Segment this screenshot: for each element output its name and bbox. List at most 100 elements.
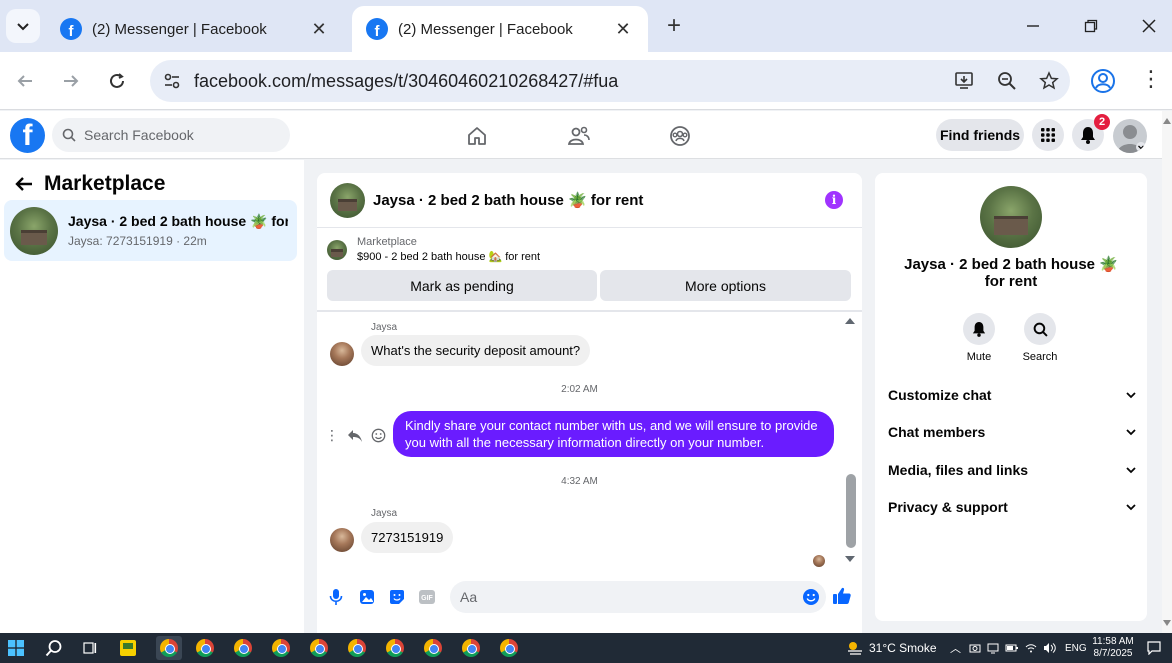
address-bar[interactable]: facebook.com/messages/t/3046046021026842… <box>150 60 1070 102</box>
home-icon[interactable] <box>464 123 490 149</box>
more-actions-icon[interactable]: ⋮ <box>325 427 339 444</box>
chrome-taskbar-icon[interactable] <box>347 638 367 658</box>
message-input-box[interactable] <box>450 581 826 613</box>
message-input[interactable] <box>460 589 780 605</box>
back-arrow-icon[interactable] <box>10 66 40 96</box>
conversation-details-panel: Jaysa · 2 bed 2 bath house 🪴 for rent Mu… <box>875 173 1147 621</box>
browser-tab-2-active[interactable]: f (2) Messenger | Facebook ✕ <box>352 6 648 52</box>
menu-grid-icon[interactable] <box>1032 119 1064 151</box>
gif-icon[interactable]: GIF <box>417 587 437 607</box>
close-tab-icon[interactable]: ✕ <box>612 19 634 40</box>
scroll-down-icon[interactable] <box>1162 619 1172 627</box>
taskbar-clock[interactable]: 11:58 AM 8/7/2025 <box>1088 636 1138 660</box>
scroll-up-icon[interactable] <box>1162 117 1172 125</box>
conversation-item[interactable]: Jaysa · 2 bed 2 bath house 🪴 for r... Ja… <box>4 200 297 261</box>
volume-icon[interactable] <box>1043 642 1057 654</box>
microphone-icon[interactable] <box>326 587 346 607</box>
back-arrow-icon[interactable] <box>14 175 34 193</box>
chrome-taskbar-icon[interactable] <box>233 638 253 658</box>
language-indicator[interactable]: ENG <box>1065 643 1087 654</box>
browser-profile-icon[interactable] <box>1090 68 1116 99</box>
install-app-icon[interactable] <box>944 71 986 91</box>
chrome-taskbar-icon[interactable] <box>195 638 215 658</box>
browser-menu-icon[interactable]: ⋮ <box>1140 66 1162 92</box>
forward-arrow-icon[interactable] <box>56 66 86 96</box>
section-label: Chat members <box>888 424 986 440</box>
sender-avatar[interactable] <box>330 342 354 366</box>
groups-icon[interactable] <box>667 123 693 149</box>
chrome-taskbar-icon[interactable] <box>385 638 405 658</box>
scroll-down-icon[interactable] <box>843 554 857 564</box>
chrome-taskbar-icon[interactable] <box>423 638 443 658</box>
battery-icon[interactable] <box>1005 643 1019 653</box>
restore-window-icon[interactable] <box>1074 12 1108 40</box>
listing-profile-avatar[interactable] <box>980 186 1042 248</box>
taskbar-search-icon[interactable] <box>44 638 64 658</box>
reload-icon[interactable] <box>102 66 132 96</box>
friends-icon[interactable] <box>566 123 592 149</box>
find-friends-button[interactable]: Find friends <box>936 119 1024 151</box>
search-conversation-button[interactable]: Search <box>1010 313 1070 363</box>
chat-members-section[interactable]: Chat members <box>888 420 1136 444</box>
system-tray[interactable]: ︿ ENG <box>950 640 1087 656</box>
incoming-message[interactable]: 7273151919 <box>361 522 454 553</box>
display-tray-icon[interactable] <box>987 642 999 654</box>
facebook-search[interactable] <box>52 118 290 152</box>
site-settings-icon[interactable] <box>150 72 194 90</box>
chrome-taskbar-icon[interactable] <box>499 638 519 658</box>
incoming-message[interactable]: What's the security deposit amount? <box>361 335 591 366</box>
house-listing-avatar[interactable] <box>330 182 365 218</box>
minimize-window-icon[interactable] <box>1016 12 1050 40</box>
sticky-notes-app-icon[interactable] <box>118 638 138 658</box>
more-options-button[interactable]: More options <box>600 270 851 301</box>
chrome-taskbar-icon-active[interactable] <box>156 636 182 660</box>
message-timestamp: 4:32 AM <box>561 476 598 487</box>
chat-header: Jaysa · 2 bed 2 bath house 🪴 for rent i <box>317 173 862 228</box>
wifi-icon[interactable] <box>1025 642 1037 654</box>
task-view-icon[interactable] <box>80 638 100 658</box>
sender-avatar[interactable] <box>330 528 354 552</box>
tab-search-button[interactable] <box>6 9 40 43</box>
search-label: Search <box>1022 351 1058 363</box>
close-tab-icon[interactable]: ✕ <box>308 19 330 40</box>
reply-icon[interactable] <box>347 429 363 443</box>
account-avatar[interactable] <box>1113 119 1147 153</box>
windows-start-icon[interactable] <box>6 638 26 658</box>
chrome-taskbar-icon[interactable] <box>461 638 481 658</box>
sticker-icon[interactable] <box>387 587 407 607</box>
chat-scroll-thumb[interactable] <box>846 474 856 548</box>
chevron-down-icon <box>1126 504 1136 511</box>
outgoing-message[interactable]: Kindly share your contact number with us… <box>393 411 834 457</box>
message-composer: GIF <box>317 577 862 617</box>
bookmark-star-icon[interactable] <box>1028 71 1070 91</box>
weather-widget[interactable]: 31°C Smoke <box>846 640 937 656</box>
privacy-support-section[interactable]: Privacy & support <box>888 495 1136 519</box>
page-scrollbar[interactable] <box>1162 111 1172 633</box>
show-hidden-icons-chevron-icon[interactable]: ︿ <box>950 640 961 656</box>
zoom-icon[interactable] <box>986 71 1028 91</box>
chrome-taskbar-icon[interactable] <box>271 638 291 658</box>
facebook-logo-icon[interactable]: f <box>10 118 45 153</box>
new-tab-plus-icon[interactable]: + <box>660 12 688 40</box>
photo-icon[interactable] <box>357 587 377 607</box>
react-smiley-icon[interactable] <box>371 428 386 443</box>
scroll-up-icon[interactable] <box>843 316 857 326</box>
browser-tab-1[interactable]: f (2) Messenger | Facebook ✕ <box>46 6 344 52</box>
close-window-icon[interactable] <box>1132 12 1166 40</box>
media-files-links-section[interactable]: Media, files and links <box>888 458 1136 482</box>
chrome-taskbar-icon[interactable] <box>309 638 329 658</box>
camera-tray-icon[interactable] <box>969 642 981 654</box>
weather-haze-icon <box>848 642 862 655</box>
info-icon[interactable]: i <box>825 191 843 209</box>
mark-as-pending-button[interactable]: Mark as pending <box>327 270 597 301</box>
thumbs-up-icon[interactable] <box>831 585 853 607</box>
message-list: Jaysa What's the security deposit amount… <box>317 313 862 575</box>
search-input[interactable] <box>84 127 264 143</box>
marketplace-listing-row[interactable]: Marketplace $900 - 2 bed 2 bath house 🏡 … <box>327 236 540 263</box>
emoji-icon[interactable] <box>802 588 820 606</box>
notification-center-icon[interactable] <box>1144 638 1164 658</box>
customize-chat-section[interactable]: Customize chat <box>888 383 1136 407</box>
message-timestamp: 2:02 AM <box>561 384 598 395</box>
chat-title[interactable]: Jaysa · 2 bed 2 bath house 🪴 for rent <box>373 191 825 209</box>
mute-button[interactable]: Mute <box>949 313 1009 363</box>
